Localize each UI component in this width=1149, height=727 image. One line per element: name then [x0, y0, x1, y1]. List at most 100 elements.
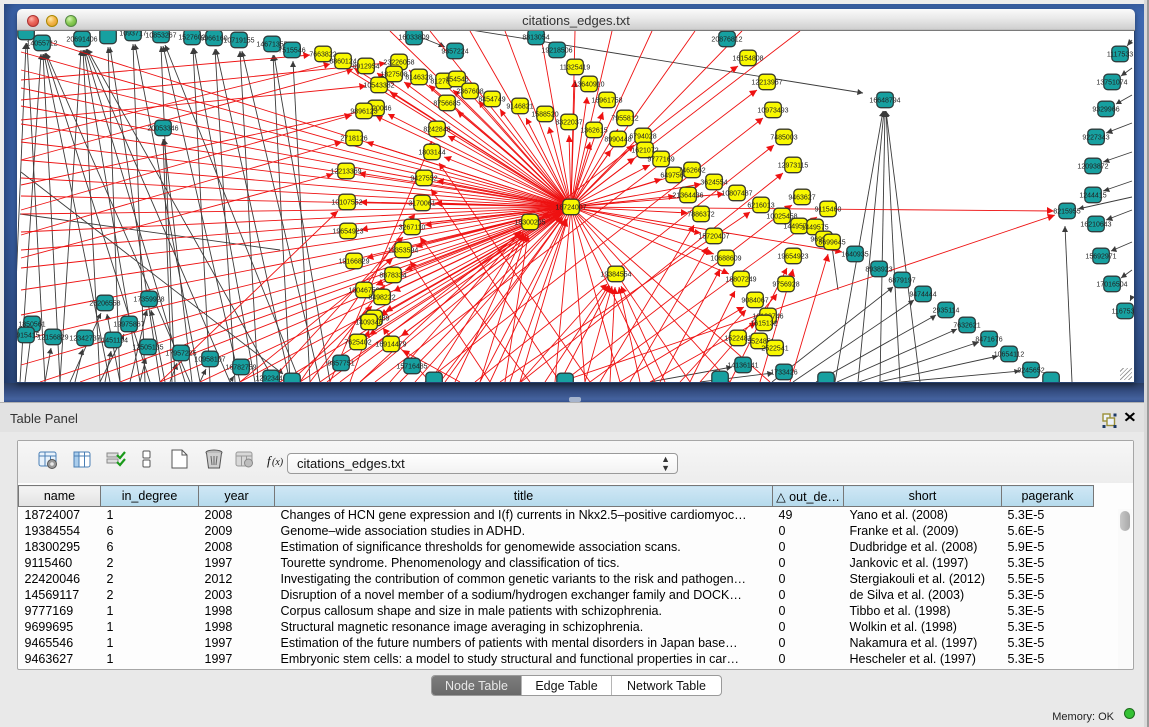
svg-text:3170061: 3170061	[408, 201, 435, 208]
svg-text:9474444: 9474444	[909, 292, 936, 299]
svg-text:10654112: 10654112	[994, 352, 1025, 359]
svg-text:12093872: 12093872	[1077, 164, 1108, 171]
svg-text:8242848: 8242848	[423, 127, 450, 134]
svg-text:1362615: 1362615	[580, 128, 607, 135]
svg-text:26206558: 26206558	[89, 301, 120, 308]
svg-text:2935114: 2935114	[933, 308, 960, 315]
svg-text:18724007: 18724007	[555, 205, 586, 212]
svg-text:8471676: 8471676	[975, 337, 1002, 344]
svg-text:13751074: 13751074	[1096, 80, 1127, 87]
svg-text:12213369: 12213369	[330, 169, 361, 176]
svg-text:17957225: 17957225	[165, 351, 196, 358]
svg-text:10107552: 10107552	[331, 200, 362, 207]
svg-text:21364436: 21364436	[672, 193, 703, 200]
svg-text:7625402: 7625402	[344, 340, 371, 347]
svg-text:8912954: 8912954	[352, 64, 379, 71]
svg-text:9463627: 9463627	[788, 195, 815, 202]
svg-text:18300295: 18300295	[514, 220, 545, 227]
svg-text:1117533: 1117533	[1107, 52, 1133, 59]
svg-text:9146821: 9146821	[506, 104, 533, 111]
svg-text:8498222: 8498222	[368, 295, 395, 302]
svg-text:16914479: 16914479	[375, 342, 406, 349]
svg-text:8322037: 8322037	[555, 120, 582, 127]
svg-text:8756685: 8756685	[433, 101, 460, 108]
svg-text:14055712: 14055712	[26, 41, 57, 48]
svg-text:154546: 154546	[445, 77, 468, 84]
svg-text:16033809: 16033809	[398, 35, 429, 42]
svg-text:7462662: 7462662	[678, 168, 705, 175]
svg-text:16648794: 16648794	[869, 98, 900, 105]
svg-text:(x): (x)	[272, 457, 284, 468]
svg-text:9857751: 9857751	[327, 361, 354, 368]
svg-text:2718126: 2718126	[340, 136, 367, 143]
svg-text:1803144: 1803144	[418, 150, 445, 157]
svg-text:20053346: 20053346	[147, 126, 178, 133]
svg-text:9777169: 9777169	[647, 157, 674, 164]
svg-text:7886372: 7886372	[687, 212, 714, 219]
svg-text:10719155: 10719155	[223, 38, 254, 45]
svg-text:19384554: 19384554	[600, 272, 631, 279]
svg-text:17016504: 17016504	[1096, 282, 1127, 289]
svg-text:1244415: 1244415	[1079, 193, 1106, 200]
svg-text:3915415: 3915415	[17, 333, 40, 340]
svg-text:9227343: 9227343	[1082, 135, 1109, 142]
svg-text:11325419: 11325419	[560, 65, 591, 72]
svg-text:8990448: 8990448	[604, 137, 631, 144]
svg-text:11451194: 11451194	[98, 338, 128, 345]
svg-text:15716485: 15716485	[396, 364, 427, 371]
svg-text:7485003: 7485003	[770, 135, 797, 142]
svg-text:9084067: 9084067	[741, 298, 768, 305]
svg-text:19654923: 19654923	[777, 254, 808, 261]
svg-text:9896123: 9896123	[350, 109, 377, 116]
svg-text:14136141: 14136141	[727, 363, 758, 370]
svg-text:10958107: 10958107	[194, 357, 225, 364]
svg-text:8938923: 8938923	[865, 267, 892, 274]
svg-text:19218506: 19218506	[541, 48, 572, 55]
svg-text:8878334: 8878334	[379, 273, 406, 280]
svg-text:2522541: 2522541	[761, 346, 788, 353]
svg-text:3267110: 3267110	[399, 225, 426, 232]
svg-text:1522481: 1522481	[724, 336, 751, 343]
svg-text:7663822: 7663822	[309, 52, 336, 59]
svg-text:1615132: 1615132	[750, 321, 777, 328]
svg-text:1449575: 1449575	[801, 225, 828, 232]
svg-text:7632621: 7632621	[953, 323, 980, 330]
svg-text:13640910: 13640910	[573, 82, 604, 89]
svg-text:6879197: 6879197	[888, 278, 915, 285]
svg-text:9115460: 9115460	[815, 207, 842, 214]
svg-text:12213967: 12213967	[751, 80, 782, 87]
svg-text:19975867: 19975867	[113, 322, 144, 329]
svg-text:8146328: 8146328	[405, 75, 432, 82]
svg-text:16154808: 16154808	[732, 56, 763, 63]
svg-text:3624554: 3624554	[700, 180, 727, 187]
svg-text:9357224: 9357224	[441, 49, 468, 56]
svg-text:8813054: 8813054	[522, 35, 549, 42]
svg-text:17359928: 17359928	[133, 297, 164, 304]
svg-text:18807249: 18807249	[725, 277, 756, 284]
svg-text:10807487: 10807487	[721, 191, 752, 198]
svg-text:8454749: 8454749	[478, 97, 505, 104]
svg-text:1093717: 1093717	[119, 31, 146, 38]
svg-text:1409348: 1409348	[355, 320, 382, 327]
svg-text:16782759: 16782759	[225, 365, 256, 372]
svg-text:6794028: 6794028	[629, 134, 656, 141]
svg-text:20876812: 20876812	[711, 37, 742, 44]
svg-text:1588520: 1588520	[531, 112, 558, 119]
svg-text:8215955: 8215955	[1053, 209, 1080, 216]
svg-text:11353594: 11353594	[388, 248, 419, 255]
svg-text:12973115: 12973115	[778, 163, 809, 170]
svg-text:20691406: 20691406	[66, 37, 97, 44]
svg-text:9427552: 9427552	[410, 176, 437, 183]
svg-text:12156829: 12156829	[37, 335, 68, 342]
svg-text:10543382: 10543382	[363, 83, 394, 90]
svg-text:23226058: 23226058	[383, 60, 414, 67]
svg-text:6216013: 6216013	[747, 203, 774, 210]
svg-text:19654923: 19654923	[332, 229, 363, 236]
svg-text:19166829: 19166829	[338, 259, 369, 266]
svg-text:10688609: 10688609	[710, 256, 741, 263]
svg-text:16210643: 16210643	[1080, 222, 1111, 229]
svg-text:12505135: 12505135	[132, 345, 163, 352]
svg-text:1167533: 1167533	[1112, 309, 1134, 316]
svg-text:12342737: 12342737	[69, 336, 100, 343]
svg-text:1733426: 1733426	[770, 370, 797, 377]
